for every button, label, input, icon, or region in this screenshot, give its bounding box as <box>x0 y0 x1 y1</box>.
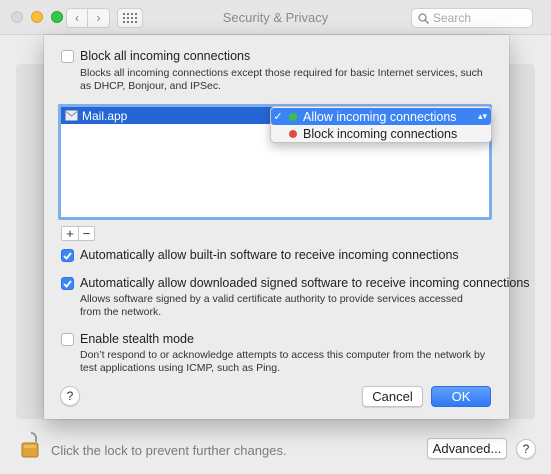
sheet-help-button[interactable]: ? <box>60 386 80 406</box>
menu-item-allow[interactable]: ✓ Allow incoming connections ▴▾ <box>271 108 491 125</box>
block-all-checkbox[interactable] <box>61 50 74 63</box>
stealth-mode-checkbox[interactable] <box>61 333 74 346</box>
checkmark-icon <box>63 279 72 288</box>
auto-builtin-checkbox[interactable] <box>61 249 74 262</box>
advanced-button[interactable]: Advanced... <box>427 438 507 459</box>
block-all-description: Blocks all incoming connections except t… <box>80 67 483 92</box>
menu-item-block-label: Block incoming connections <box>303 126 458 141</box>
ok-button[interactable]: OK <box>431 386 491 407</box>
green-status-dot-icon <box>289 112 297 121</box>
stealth-mode-label: Enable stealth mode <box>80 332 194 346</box>
remove-app-button[interactable]: − <box>78 226 94 241</box>
checkmark-icon: ✓ <box>273 111 283 123</box>
checkmark-icon <box>63 251 72 260</box>
add-remove-control: + − <box>61 226 95 241</box>
lock-message: Click the lock to prevent further change… <box>51 443 287 458</box>
menu-item-allow-label: Allow incoming connections <box>303 109 457 124</box>
title-bar: ‹ › Security & Privacy Search <box>0 0 551 35</box>
connection-setting-menu[interactable]: ✓ Allow incoming connections ▴▾ Block in… <box>270 106 492 143</box>
search-field[interactable]: Search <box>411 8 533 28</box>
auto-signed-description: Allows software signed by a valid certif… <box>80 293 463 318</box>
updown-chevron-icon: ▴▾ <box>477 111 487 121</box>
cancel-button[interactable]: Cancel <box>362 386 423 407</box>
unlocked-padlock-icon[interactable] <box>20 431 42 459</box>
search-icon <box>418 12 429 24</box>
auto-builtin-label: Automatically allow built-in software to… <box>80 248 459 262</box>
mail-app-icon <box>65 110 78 121</box>
stealth-mode-description: Don’t respond to or acknowledge attempts… <box>80 349 486 374</box>
auto-signed-checkbox[interactable] <box>61 277 74 290</box>
menu-item-block[interactable]: Block incoming connections <box>271 125 491 142</box>
auto-signed-label: Automatically allow downloaded signed so… <box>80 276 530 290</box>
app-name: Mail.app <box>82 109 128 123</box>
add-app-button[interactable]: + <box>62 226 78 241</box>
red-status-dot-icon <box>289 129 297 138</box>
search-placeholder: Search <box>433 11 472 25</box>
block-all-label: Block all incoming connections <box>80 49 251 63</box>
help-button[interactable]: ? <box>516 439 536 459</box>
